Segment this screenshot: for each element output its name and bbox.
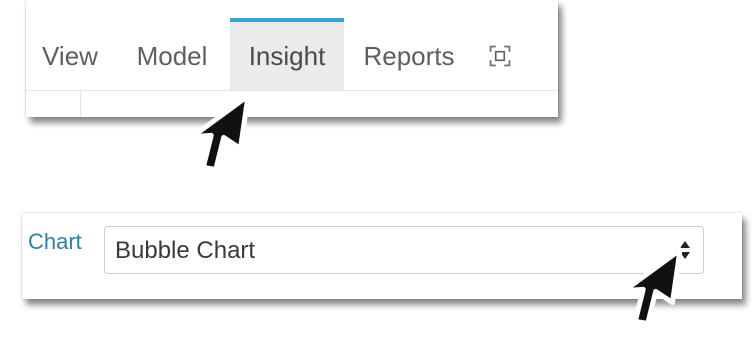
tab-view-label: View: [42, 40, 98, 71]
expand-button[interactable]: [474, 22, 526, 90]
tab-insight[interactable]: Insight: [230, 18, 344, 90]
tab-view[interactable]: View: [26, 22, 114, 90]
arrow-cursor-icon: [189, 93, 251, 172]
arrow-cursor-icon: [621, 247, 683, 326]
tab-model-label: Model: [136, 40, 208, 71]
tab-bar-panel: View Model Insight Reports: [26, 0, 558, 117]
expand-icon: [489, 45, 511, 67]
chart-field-label: Chart: [28, 229, 82, 254]
tab-model[interactable]: Model: [114, 22, 230, 90]
tab-bar: View Model Insight Reports: [26, 18, 558, 91]
divider: [80, 91, 81, 117]
tab-insight-label: Insight: [248, 40, 326, 71]
tab-reports-label: Reports: [363, 40, 455, 71]
tutorial-screenshot: View Model Insight Reports Chart Bubble …: [0, 0, 752, 341]
tab-content-area: [26, 91, 558, 117]
tab-reports[interactable]: Reports: [344, 22, 474, 90]
chart-type-select-value: Bubble Chart: [115, 237, 256, 264]
